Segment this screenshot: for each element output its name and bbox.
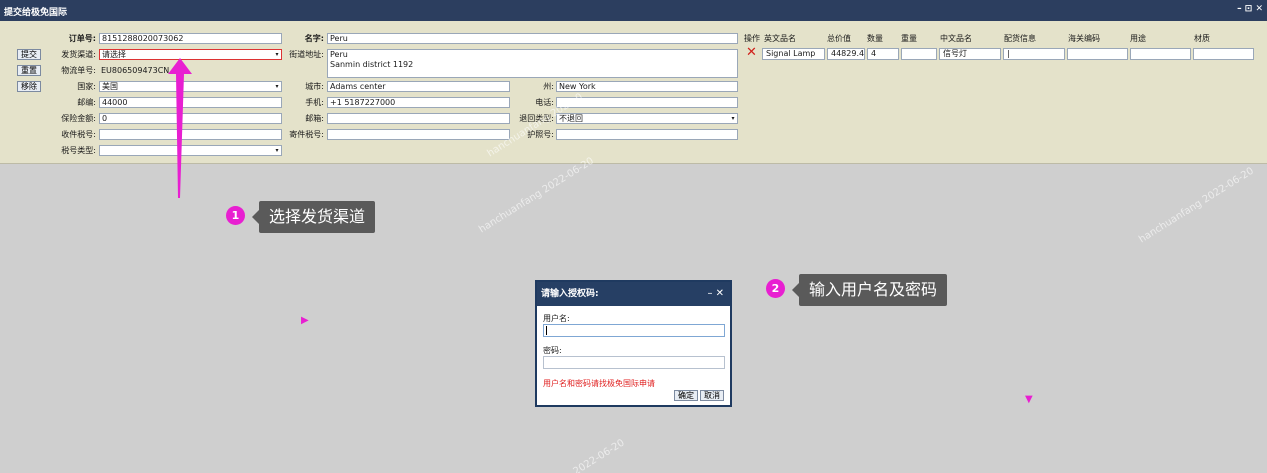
tracking-no-label: 物流单号: — [61, 66, 96, 75]
name-label: 名字: — [304, 34, 324, 43]
item-total-value[interactable]: 44829.4 — [827, 48, 865, 60]
window-titlebar: 提交给极免国际 – ⊡ ✕ — [0, 0, 1267, 21]
passport-field[interactable] — [556, 129, 738, 140]
reset-button[interactable]: 重置 — [17, 65, 41, 76]
ok-button[interactable]: 确定 — [674, 390, 698, 401]
step-callout: 选择发货渠道 — [251, 201, 376, 233]
username-label: 用户名: — [543, 314, 570, 323]
cancel-button[interactable]: 取消 — [700, 390, 724, 401]
tracking-no-value: EU806509473CN — [101, 66, 170, 75]
zip-label: 邮编: — [77, 98, 96, 107]
col-header-name-cn: 中文品名 — [940, 34, 972, 43]
channel-value: 请选择 — [102, 50, 126, 59]
phone-label: 电话: — [535, 98, 554, 107]
dialog-header: 请输入授权码: – ✕ — [537, 282, 730, 306]
col-header-material: 材质 — [1194, 34, 1210, 43]
item-name-cn[interactable]: 信号灯 — [939, 48, 1001, 60]
pointer-down-icon: ▼ — [1025, 394, 1033, 405]
dialog-controls[interactable]: – ✕ — [707, 282, 724, 306]
delete-row-icon[interactable]: ✕ — [746, 46, 757, 60]
password-input[interactable] — [543, 356, 725, 369]
street-label: 街道地址: — [289, 50, 324, 59]
return-type-value: 不退回 — [559, 114, 583, 123]
state-field[interactable]: New York — [556, 81, 738, 92]
email-field[interactable] — [327, 113, 510, 124]
col-header-hs-code: 海关编码 — [1068, 34, 1100, 43]
pointer-right-icon: ▶ — [301, 315, 309, 326]
country-value: 美国 — [102, 82, 118, 91]
mobile-label: 手机: — [305, 98, 324, 107]
item-name-en[interactable]: Signal Lamp — [762, 48, 825, 60]
col-header-total-value: 总价值 — [827, 34, 851, 43]
password-label: 密码: — [543, 346, 562, 355]
city-label: 城市: — [305, 82, 324, 91]
country-label: 国家: — [77, 82, 96, 91]
col-header-usage: 用途 — [1130, 34, 1146, 43]
state-label: 州: — [543, 82, 554, 91]
auth-dialog: 请输入授权码: – ✕ 用户名: 密码: 用户名和密码请找极免国际申请 确定 取… — [535, 280, 732, 407]
item-weight[interactable] — [901, 48, 937, 60]
col-header-qty: 数量 — [867, 34, 883, 43]
street-line2: Sanmin district 1192 — [330, 60, 414, 69]
col-header-action: 操作 — [744, 34, 760, 43]
sender-tax-field[interactable] — [327, 129, 510, 140]
window-controls[interactable]: – ⊡ ✕ — [1237, 4, 1263, 14]
chevron-down-icon: ▾ — [275, 147, 279, 154]
username-input[interactable] — [543, 324, 725, 337]
sender-tax-label: 寄件税号: — [289, 130, 324, 139]
city-field[interactable]: Adams center — [327, 81, 510, 92]
item-qty[interactable]: 4 — [867, 48, 899, 60]
watermark: hanchuanfang 2022-06-20 — [1137, 165, 1256, 246]
return-type-select[interactable]: 不退回 ▾ — [556, 113, 738, 124]
remove-button[interactable]: 移除 — [17, 81, 41, 92]
insurance-label: 保险金额: — [61, 114, 96, 123]
watermark: 2022-06-20 — [571, 437, 627, 473]
tax-type-label: 税号类型: — [61, 146, 96, 155]
step-callout: 输入用户名及密码 — [791, 274, 948, 306]
item-usage[interactable] — [1130, 48, 1191, 60]
watermark: hanchuanfang 2022-06-20 — [477, 155, 596, 236]
name-field[interactable]: Peru — [327, 33, 738, 44]
street-line1: Peru — [330, 50, 348, 59]
step-badge: 1 — [226, 206, 245, 225]
item-allocation[interactable]: | — [1003, 48, 1065, 60]
street-field[interactable]: Peru Sanmin district 1192 — [327, 49, 738, 78]
item-hs-code[interactable] — [1067, 48, 1128, 60]
email-label: 邮箱: — [305, 114, 324, 123]
dialog-title: 请输入授权码: — [541, 289, 599, 299]
recipient-tax-label: 收件税号: — [61, 130, 96, 139]
col-header-allocation: 配货信息 — [1004, 34, 1036, 43]
item-material[interactable] — [1193, 48, 1254, 60]
window-title: 提交给极免国际 — [4, 8, 68, 18]
chevron-down-icon: ▾ — [731, 115, 735, 122]
order-no-field[interactable]: 8151288020073062 — [99, 33, 282, 44]
dialog-hint: 用户名和密码请找极免国际申请 — [543, 379, 655, 388]
text-caret — [546, 326, 547, 335]
step-badge: 2 — [766, 279, 785, 298]
channel-label: 发货渠道: — [61, 50, 96, 59]
col-header-weight: 重量 — [901, 34, 917, 43]
col-header-name-en: 英文品名 — [764, 34, 796, 43]
order-no-label: 订单号: — [68, 34, 96, 43]
mobile-field[interactable]: +1 5187227000 — [327, 97, 510, 108]
submit-button[interactable]: 提交 — [17, 49, 41, 60]
annotation-arrow-icon — [168, 58, 192, 198]
